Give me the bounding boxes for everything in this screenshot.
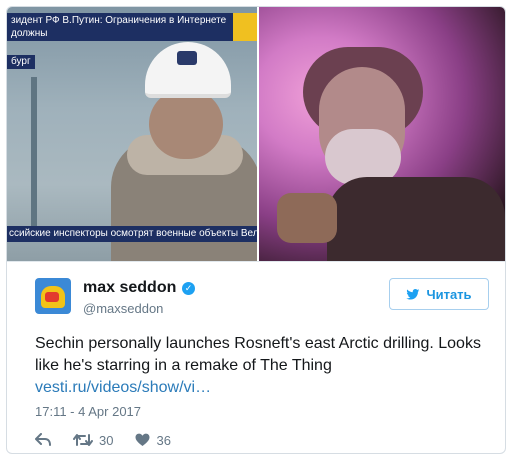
actor-body (327, 177, 505, 261)
tweet-card: зидент РФ В.Путин: Ограничения в Интерне… (6, 6, 506, 454)
author-name[interactable]: max seddon (83, 279, 176, 297)
avatar-emblem-detail (45, 292, 59, 302)
like-count: 36 (156, 432, 171, 448)
like-icon (135, 433, 150, 446)
news-ticker-city: бург (7, 55, 35, 69)
channel-logo (233, 13, 257, 41)
like-button[interactable]: 36 (135, 432, 171, 448)
twitter-bird-icon (406, 288, 420, 300)
retweet-icon (73, 434, 93, 446)
follow-button[interactable]: Читать (389, 278, 489, 310)
man-face (149, 89, 223, 159)
drilling-rig (31, 77, 37, 227)
retweet-count: 30 (99, 432, 114, 448)
hard-hat-logo (177, 51, 197, 65)
tweet-link[interactable]: vesti.ru/videos/show/vi… (35, 379, 211, 397)
actor-glove (277, 193, 337, 243)
reply-button[interactable] (35, 433, 51, 447)
tweet-text: Sechin personally launches Rosneft's eas… (35, 335, 481, 374)
avatar[interactable] (35, 278, 71, 314)
follow-label: Читать (426, 286, 472, 302)
author-handle[interactable]: @maxseddon (83, 301, 163, 316)
news-ticker-top: зидент РФ В.Путин: Ограничения в Интерне… (7, 13, 257, 41)
tweet-timestamp[interactable]: 17:11 - 4 Apr 2017 (35, 404, 141, 419)
news-screenshot-image[interactable]: зидент РФ В.Путин: Ограничения в Интерне… (7, 7, 257, 261)
verified-icon: ✓ (182, 282, 195, 295)
tweet-media[interactable]: зидент РФ В.Путин: Ограничения в Интерне… (7, 7, 505, 261)
reply-icon (35, 433, 51, 446)
news-ticker-bottom: ссийские инспекторы осмотрят военные объ… (7, 226, 257, 242)
tweet-actions: 30 36 (35, 431, 193, 449)
retweet-button[interactable]: 30 (73, 433, 113, 448)
tweet-body: max seddon ✓ @maxseddon Читать Sechin pe… (7, 261, 505, 453)
